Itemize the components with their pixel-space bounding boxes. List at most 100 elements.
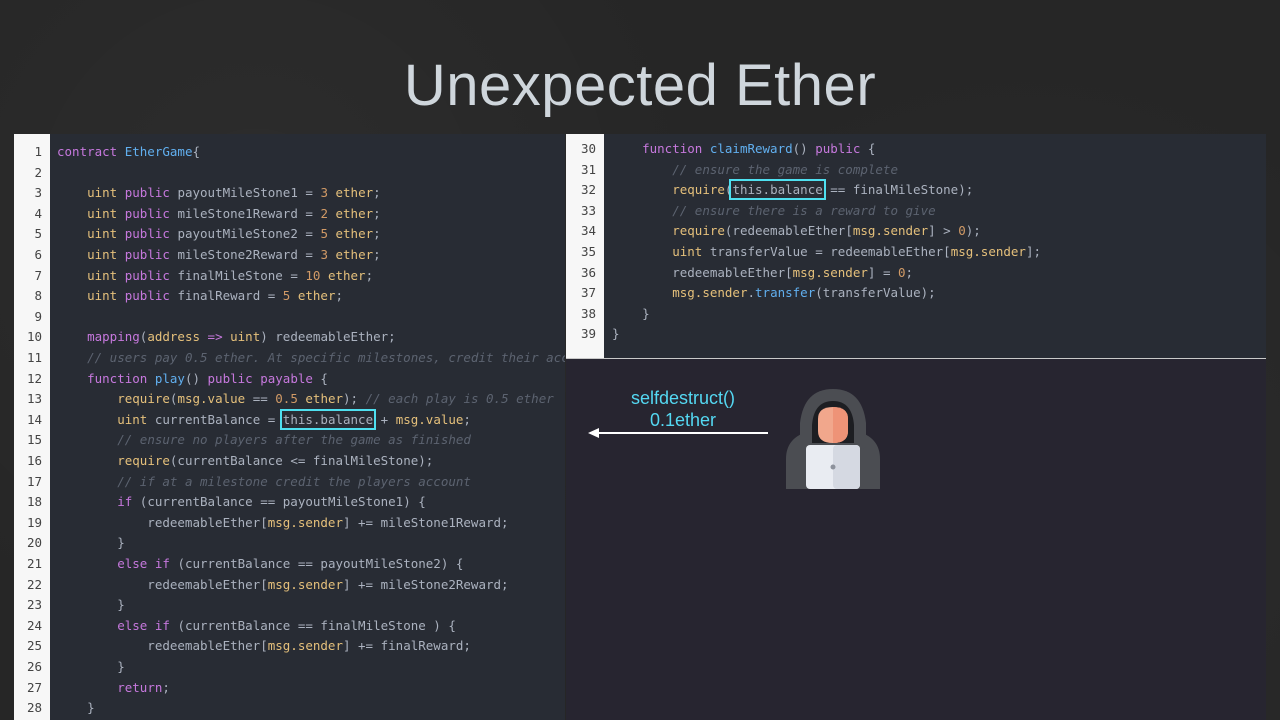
line-number: 28 xyxy=(26,700,42,716)
code-token: // if at a milestone credit the players … xyxy=(117,473,471,489)
code-token: claimReward xyxy=(709,141,793,156)
code-token: redeemableEther[ xyxy=(57,576,268,592)
line-number: 22 xyxy=(26,576,42,592)
code-token: uint xyxy=(87,267,125,283)
line-number: 30 xyxy=(580,141,596,156)
code-token: public xyxy=(124,185,178,201)
code-token: { xyxy=(192,144,200,159)
line-number: 34 xyxy=(580,223,596,239)
code-text: return; xyxy=(57,678,170,699)
code-token: () xyxy=(184,370,208,386)
code-text: else if (currentBalance == payoutMileSto… xyxy=(57,554,463,575)
line-number: 23 xyxy=(26,597,42,613)
line-number: 16 xyxy=(26,453,42,468)
code-token: contract xyxy=(57,144,125,159)
code-token: // each play is 0.5 ether xyxy=(365,391,554,407)
line-number: 39 xyxy=(580,326,596,342)
code-panel-play: 1 contract EtherGame{2 3 uint public payou… xyxy=(14,134,565,720)
line-number: 12 xyxy=(26,370,42,386)
line-number: 21 xyxy=(26,556,42,571)
line-number: 9 xyxy=(34,308,42,324)
code-token: msg.value xyxy=(395,411,464,427)
line-number: 18 xyxy=(26,494,42,510)
code-text: } xyxy=(57,595,125,616)
code-text: require(currentBalance <= finalMileStone… xyxy=(57,451,433,472)
code-token: msg.sender xyxy=(267,576,343,592)
code-token: == finalMileStone); xyxy=(822,182,974,198)
line-number: 25 xyxy=(26,638,42,654)
line-number: 13 xyxy=(26,391,42,407)
code-text: else if (currentBalance == finalMileSton… xyxy=(57,616,456,637)
code-token: 0 xyxy=(898,264,906,280)
code-token: (redeemableEther[ xyxy=(724,223,853,239)
code-token: play xyxy=(154,370,185,386)
code-token: (currentBalance <= finalMileStone); xyxy=(169,453,434,468)
code-token: ] = xyxy=(867,264,898,280)
code-text: msg.sender.transfer(transferValue); xyxy=(612,283,935,304)
code-token: ] += finalReward; xyxy=(342,638,471,654)
code-token: 3 xyxy=(320,247,336,262)
code-token: address xyxy=(147,329,208,345)
code-token: ether xyxy=(327,267,366,283)
line-number: 19 xyxy=(26,514,42,530)
code-token: ; xyxy=(373,226,381,242)
code-token: + xyxy=(373,411,396,427)
code-token: uint xyxy=(87,185,125,201)
code-token: mapping xyxy=(87,329,140,345)
line-number: 17 xyxy=(26,473,42,489)
code-text: uint public finalMileStone = 10 ether; xyxy=(57,266,373,287)
line-number: 10 xyxy=(26,329,42,345)
slide-title: Unexpected Ether xyxy=(403,53,877,118)
code-token: ; xyxy=(373,247,381,262)
code-token: { xyxy=(867,141,876,156)
code-panel-claim-reward: 30 function claimReward() public {31 // … xyxy=(566,134,1266,358)
code-text: require(redeemableEther[msg.sender] > 0)… xyxy=(612,221,988,242)
code-text: require(msg.value == 0.5 ether); // each… xyxy=(57,389,554,410)
code-token: mileStone1Reward = xyxy=(177,205,321,221)
code-token: return xyxy=(117,679,163,695)
code-text: } xyxy=(612,324,620,345)
code-text: uint public payoutMileStone1 = 3 ether; xyxy=(57,183,381,204)
line-number: 4 xyxy=(34,205,42,221)
arrow-icon xyxy=(588,428,768,438)
line-number: 3 xyxy=(34,185,42,201)
code-token: 0.5 xyxy=(275,391,306,407)
code-token: 5 xyxy=(320,226,336,242)
code-token: msg.sender xyxy=(792,264,868,280)
code-token: ]; xyxy=(1025,244,1042,259)
code-token: EtherGame xyxy=(124,144,193,159)
code-text: redeemableEther[msg.sender] += finalRewa… xyxy=(57,636,471,657)
code-token: (currentBalance == payoutMileStone1) { xyxy=(139,494,426,510)
code-text: uint public mileStone2Reward = 3 ether; xyxy=(57,245,381,266)
code-text: uint public finalReward = 5 ether; xyxy=(57,286,343,307)
code-token: uint xyxy=(87,205,125,221)
code-token: ether xyxy=(335,226,374,242)
code-token: finalMileStone = xyxy=(177,267,306,283)
line-number: 36 xyxy=(580,264,596,280)
code-text: // users pay 0.5 ether. At specific mile… xyxy=(57,348,565,369)
code-token: 5 xyxy=(282,288,298,304)
code-token: 2 xyxy=(320,205,336,221)
code-token: require xyxy=(672,223,725,239)
code-token: ; xyxy=(335,288,344,304)
code-token: redeemableEther[ xyxy=(57,514,268,530)
code-token: msg.value xyxy=(177,391,246,407)
code-token: } xyxy=(57,700,95,716)
code-text: } xyxy=(57,657,125,678)
selfdestruct-label: selfdestruct() xyxy=(630,388,736,408)
line-number: 7 xyxy=(34,267,42,283)
line-number: 26 xyxy=(26,659,42,674)
code-token: else if xyxy=(117,617,178,633)
code-token: require xyxy=(117,453,170,468)
